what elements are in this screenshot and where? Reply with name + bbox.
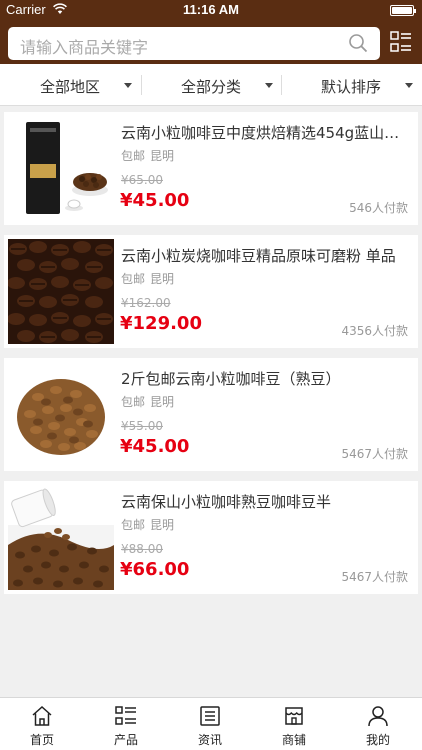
filter-category-label: 全部分类: [181, 78, 242, 96]
product-image: [8, 485, 114, 590]
product-card[interactable]: 云南小粒咖啡豆中度烘焙精选454g蓝山风味 包邮 昆明 ¥65.00 ¥45.00…: [4, 112, 418, 225]
category-menu-icon[interactable]: [390, 31, 412, 53]
filter-category[interactable]: 全部分类: [141, 64, 281, 106]
filter-sort-label: 默认排序: [321, 78, 382, 96]
product-title: 云南保山小粒咖啡熟豆咖啡豆半: [121, 493, 332, 511]
news-icon: [200, 706, 220, 726]
user-icon: [368, 706, 388, 727]
tab-profile[interactable]: 我的: [336, 698, 420, 750]
sales-count: 5467人付款: [341, 447, 408, 461]
product-tags: 包邮 昆明: [121, 516, 174, 533]
tab-store[interactable]: 商铺: [252, 698, 336, 750]
tab-products[interactable]: 产品: [84, 698, 168, 750]
tab-profile-label: 我的: [365, 733, 390, 747]
search-icon[interactable]: [348, 33, 368, 53]
sales-count: 4356人付款: [341, 324, 408, 338]
tag-location: 昆明: [150, 272, 175, 286]
tag-free-shipping: 包邮: [121, 149, 146, 163]
tag-location: 昆明: [150, 395, 175, 409]
filter-region[interactable]: 全部地区: [0, 64, 140, 106]
home-icon: [32, 705, 52, 726]
product-price: ¥129.00: [120, 313, 202, 334]
tab-products-label: 产品: [113, 733, 138, 747]
tag-location: 昆明: [150, 149, 175, 163]
product-price: ¥66.00: [120, 559, 190, 580]
product-price: ¥45.00: [120, 436, 190, 457]
product-tags: 包邮 昆明: [121, 393, 174, 410]
product-card[interactable]: 云南保山小粒咖啡熟豆咖啡豆半 包邮 昆明 ¥88.00 ¥66.00 5467人付…: [4, 481, 418, 594]
original-price: ¥88.00: [121, 542, 163, 556]
product-title: 2斤包邮云南小粒咖啡豆（熟豆）: [121, 370, 341, 388]
tab-store-label: 商铺: [281, 733, 306, 747]
product-image: [8, 362, 114, 467]
chevron-down-icon: [124, 83, 132, 88]
product-card[interactable]: 2斤包邮云南小粒咖啡豆（熟豆） 包邮 昆明 ¥55.00 ¥45.00 5467人…: [4, 358, 418, 471]
battery-icon: [390, 5, 416, 16]
sales-count: 546人付款: [349, 201, 408, 215]
app-header: Carrier 11:16 AM 请输入商品关键字: [0, 0, 422, 64]
tab-home-label: 首页: [29, 733, 54, 747]
original-price: ¥162.00: [121, 296, 171, 310]
bottom-tab-bar: 首页 产品 资讯 商铺 我的: [0, 697, 422, 750]
status-bar: Carrier 11:16 AM: [0, 0, 422, 20]
tag-free-shipping: 包邮: [121, 395, 146, 409]
original-price: ¥55.00: [121, 419, 163, 433]
tag-location: 昆明: [150, 518, 175, 532]
filter-region-label: 全部地区: [40, 78, 101, 96]
product-tags: 包邮 昆明: [121, 270, 174, 287]
product-title: 云南小粒咖啡豆中度烘焙精选454g蓝山风味: [121, 124, 409, 142]
sales-count: 5467人付款: [341, 570, 408, 584]
list-icon: [115, 706, 136, 725]
product-price: ¥45.00: [120, 190, 190, 211]
product-title: 云南小粒炭烧咖啡豆精品原味可磨粉 单品: [121, 247, 396, 265]
filter-sort[interactable]: 默认排序: [281, 64, 421, 106]
original-price: ¥65.00: [121, 173, 163, 187]
tab-home[interactable]: 首页: [0, 698, 84, 750]
product-image: [8, 116, 114, 221]
tag-free-shipping: 包邮: [121, 518, 146, 532]
filter-bar: 全部地区 全部分类 默认排序: [0, 64, 422, 106]
chevron-down-icon: [405, 83, 413, 88]
product-card[interactable]: 云南小粒炭烧咖啡豆精品原味可磨粉 单品 包邮 昆明 ¥162.00 ¥129.00…: [4, 235, 418, 348]
tab-news[interactable]: 资讯: [168, 698, 252, 750]
search-placeholder: 请输入商品关键字: [20, 38, 149, 57]
product-image: [8, 239, 114, 344]
tag-free-shipping: 包邮: [121, 272, 146, 286]
tab-news-label: 资讯: [197, 733, 222, 747]
product-tags: 包邮 昆明: [121, 147, 174, 164]
search-input[interactable]: 请输入商品关键字: [8, 27, 380, 60]
chevron-down-icon: [265, 83, 273, 88]
store-icon: [285, 707, 303, 725]
status-time: 11:16 AM: [183, 2, 239, 17]
